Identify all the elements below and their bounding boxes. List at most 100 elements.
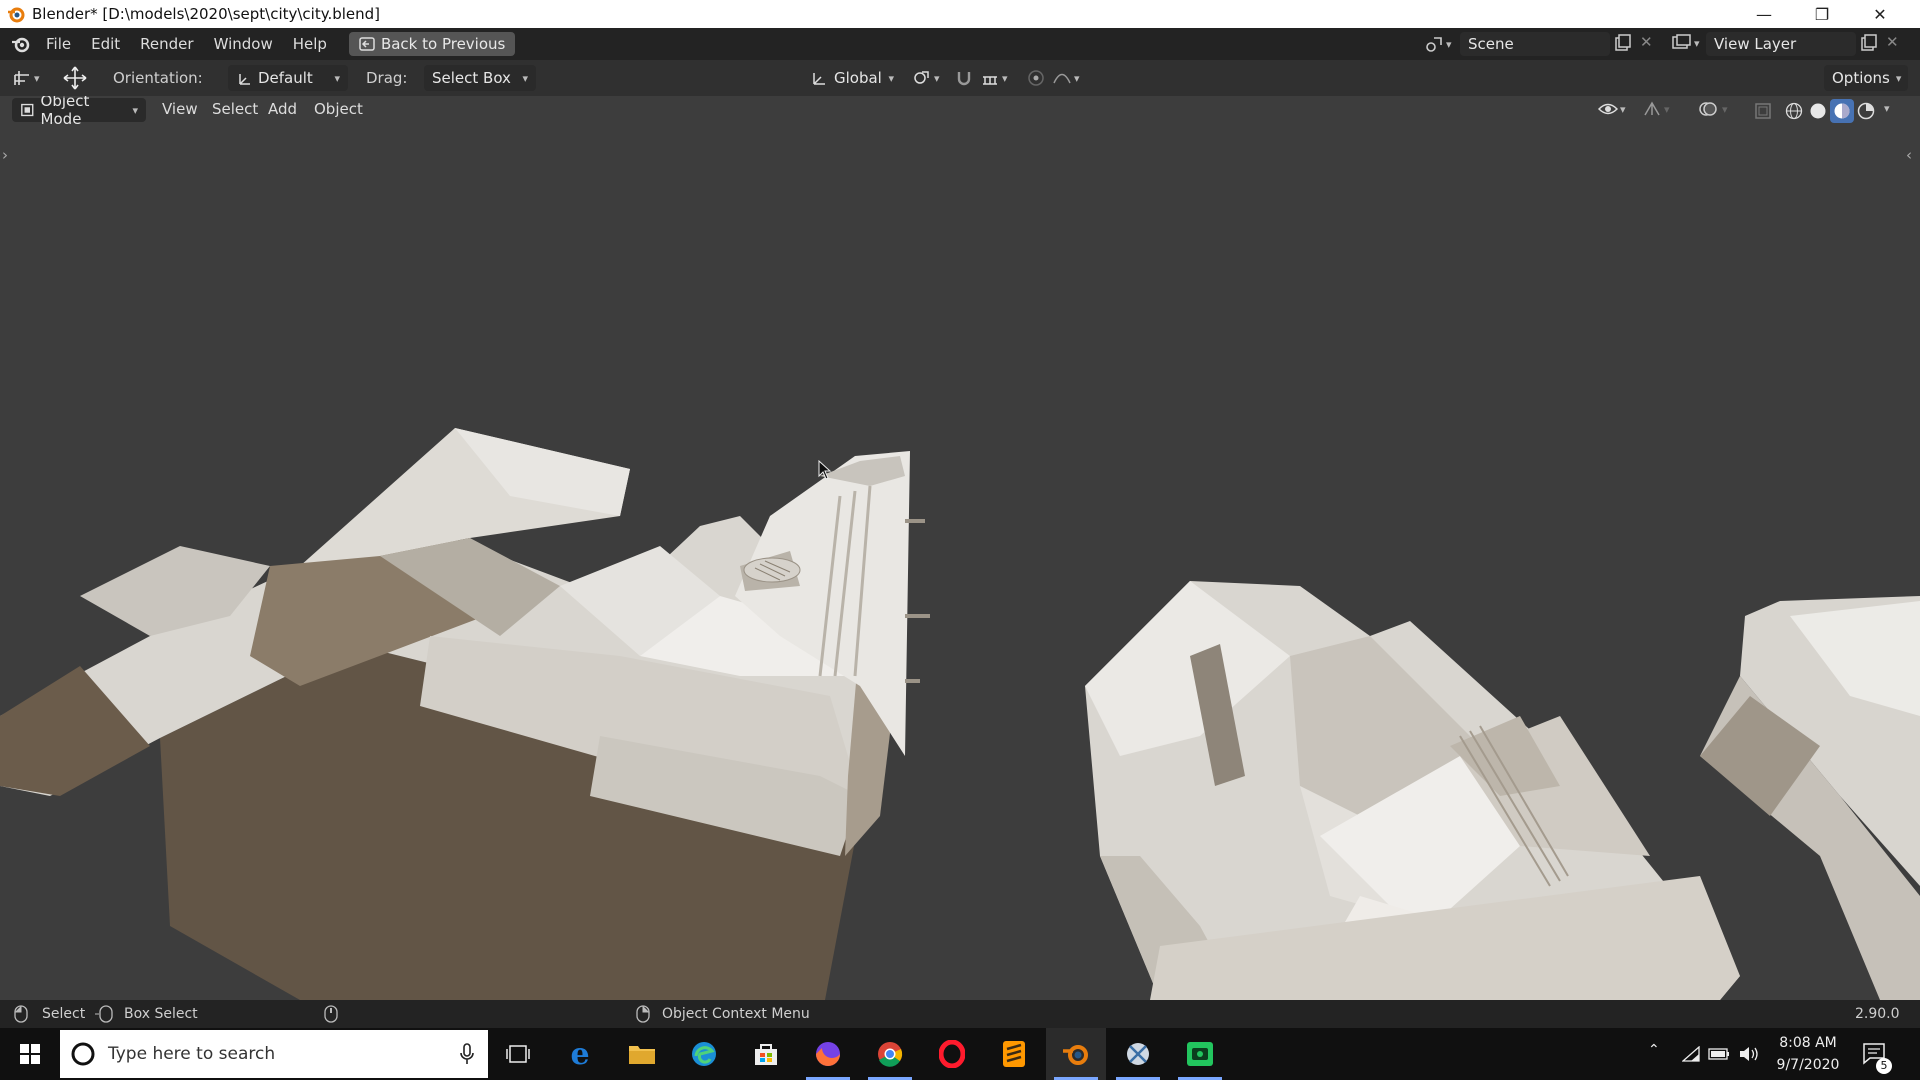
- chrome-icon: [878, 1042, 903, 1067]
- close-icon: ✕: [1873, 4, 1887, 24]
- windows-logo-icon: [20, 1044, 40, 1064]
- mouse-drag-icon: [94, 1005, 116, 1027]
- snap-target-icon[interactable]: ▾: [980, 68, 1008, 88]
- wifi-icon[interactable]: [1682, 1046, 1700, 1062]
- snap-toggle-icon[interactable]: [954, 68, 974, 92]
- taskbar-store[interactable]: [736, 1028, 796, 1080]
- scene-name-field[interactable]: Scene: [1460, 32, 1610, 56]
- menu-file[interactable]: File: [36, 35, 81, 53]
- menu-render[interactable]: Render: [130, 35, 203, 53]
- sidebar-expand-icon[interactable]: ‹: [1906, 146, 1912, 164]
- taskbar-screen-recorder[interactable]: [1170, 1028, 1230, 1080]
- blender-logo-icon: [8, 7, 25, 23]
- toolbar-expand-icon[interactable]: ›: [2, 146, 8, 164]
- transform-orientation-dropdown[interactable]: Global ▾: [802, 65, 902, 91]
- scene-new-icon[interactable]: [1614, 34, 1632, 56]
- transform-orientation-value: Global: [834, 69, 882, 87]
- restore-icon: ❐: [1814, 4, 1830, 24]
- blender-menu-icon[interactable]: [10, 33, 32, 55]
- taskbar-file-explorer[interactable]: [612, 1028, 672, 1080]
- editor-type-icon[interactable]: ▾: [12, 68, 40, 88]
- xray-toggle-icon[interactable]: [1754, 102, 1772, 124]
- view-layer-name: View Layer: [1714, 35, 1797, 53]
- sublime-text-icon: [1003, 1041, 1025, 1067]
- taskbar-snipping-tool[interactable]: [1108, 1028, 1168, 1080]
- taskbar-opera[interactable]: [922, 1028, 982, 1080]
- viewport-menu-add[interactable]: Add: [258, 100, 307, 118]
- view-layer-new-icon[interactable]: [1860, 34, 1878, 56]
- drag-label: Drag:: [366, 69, 408, 87]
- proportional-edit-icon[interactable]: [1026, 68, 1046, 92]
- view-layer-delete-icon[interactable]: ✕: [1886, 33, 1899, 51]
- 3d-viewport[interactable]: Object Mode ▾ View Select Add Object ▾ ▾…: [0, 96, 1920, 1000]
- scene-delete-icon[interactable]: ✕: [1640, 33, 1653, 51]
- move-tool-icon[interactable]: [62, 65, 88, 95]
- window-title: Blender* [D:\models\2020\sept\city\city.…: [32, 5, 381, 23]
- back-to-previous-label: Back to Previous: [380, 35, 506, 53]
- taskbar-chrome[interactable]: [860, 1028, 920, 1080]
- wireframe-shading-icon[interactable]: [1784, 101, 1804, 125]
- viewport-menu-view[interactable]: View: [152, 100, 208, 118]
- back-to-previous-button[interactable]: Back to Previous: [348, 32, 516, 56]
- view-layer-field[interactable]: View Layer: [1706, 32, 1856, 56]
- restore-button[interactable]: ❐: [1794, 0, 1850, 28]
- object-mode-dropdown[interactable]: Object Mode ▾: [12, 96, 146, 128]
- menu-window[interactable]: Window: [204, 35, 283, 53]
- chevron-down-icon: ▾: [1895, 71, 1902, 85]
- global-axis-icon: [813, 73, 825, 85]
- orientation-dropdown[interactable]: Default ▾: [228, 65, 348, 91]
- scene-browse-icon[interactable]: ▾: [1424, 34, 1452, 54]
- shading-options-chevron-icon[interactable]: ▾: [1884, 102, 1890, 115]
- clock[interactable]: 8:08 AM 9/7/2020: [1770, 1032, 1846, 1076]
- falloff-icon[interactable]: ▾: [1052, 68, 1080, 88]
- volume-icon[interactable]: [1738, 1045, 1760, 1063]
- tool-settings-header: ▾ Orientation: Default ▾ Drag: Select Bo…: [0, 60, 1920, 96]
- material-shading-icon[interactable]: [1830, 99, 1854, 123]
- opera-icon: [939, 1040, 965, 1068]
- solid-shading-icon[interactable]: [1808, 101, 1828, 125]
- folder-icon: [629, 1046, 655, 1064]
- task-view-icon: [506, 1045, 530, 1063]
- edge-icon: [692, 1042, 716, 1066]
- menu-help[interactable]: Help: [283, 35, 337, 53]
- minimize-button[interactable]: —: [1736, 0, 1792, 28]
- drag-dropdown[interactable]: Select Box ▾: [424, 65, 536, 91]
- tray-overflow-chevron-icon[interactable]: ⌃: [1648, 1042, 1660, 1058]
- options-dropdown[interactable]: Options ▾: [1824, 65, 1908, 91]
- chevron-down-icon: ▾: [334, 71, 340, 85]
- view-layer-browse-icon[interactable]: ▾: [1672, 34, 1700, 52]
- blender-version: 2.90.0: [1855, 1006, 1900, 1022]
- gizmo-toggle-icon[interactable]: ▾: [1642, 100, 1670, 118]
- notification-count-badge: 5: [1876, 1058, 1892, 1074]
- mouse-right-icon: [636, 1005, 650, 1027]
- taskbar-search-box[interactable]: Type here to search: [60, 1030, 488, 1078]
- clock-time: 8:08 AM: [1779, 1035, 1837, 1051]
- taskbar-firefox[interactable]: [798, 1028, 858, 1080]
- viewport-menu-object[interactable]: Object: [304, 100, 373, 118]
- menu-edit[interactable]: Edit: [81, 35, 130, 53]
- taskbar-edge-legacy[interactable]: e: [550, 1028, 610, 1080]
- chevron-down-icon: ▾: [888, 71, 894, 85]
- microphone-icon[interactable]: [460, 1043, 474, 1065]
- close-button[interactable]: ✕: [1852, 0, 1908, 28]
- rendered-shading-icon[interactable]: [1856, 101, 1876, 125]
- overlays-toggle-icon[interactable]: ▾: [1698, 100, 1728, 118]
- taskbar-sublime-text[interactable]: [984, 1028, 1044, 1080]
- visibility-eye-icon[interactable]: ▾: [1598, 100, 1626, 118]
- battery-icon[interactable]: [1708, 1047, 1730, 1061]
- blender-taskbar-icon: [1063, 1045, 1088, 1065]
- object-mode-icon: [21, 103, 34, 117]
- task-view-button[interactable]: [488, 1028, 548, 1080]
- taskbar-edge[interactable]: [674, 1028, 734, 1080]
- taskbar-blender[interactable]: [1046, 1028, 1106, 1080]
- start-button[interactable]: [0, 1028, 60, 1080]
- scene-name: Scene: [1468, 35, 1514, 53]
- top-menubar: File Edit Render Window Help Back to Pre…: [0, 28, 1920, 60]
- status-bar: Select Box Select Object Context Menu 2.…: [0, 1000, 1920, 1028]
- window-titlebar: Blender* [D:\models\2020\sept\city\city.…: [0, 0, 1920, 28]
- pivot-point-icon[interactable]: ▾: [912, 68, 940, 88]
- windows-taskbar: Type here to search e ⌃ 8:08 AM 9/7/2020…: [0, 1028, 1920, 1080]
- object-mode-label: Object Mode: [40, 96, 90, 128]
- search-placeholder: Type here to search: [108, 1044, 276, 1064]
- edge-legacy-icon: e: [570, 1036, 590, 1072]
